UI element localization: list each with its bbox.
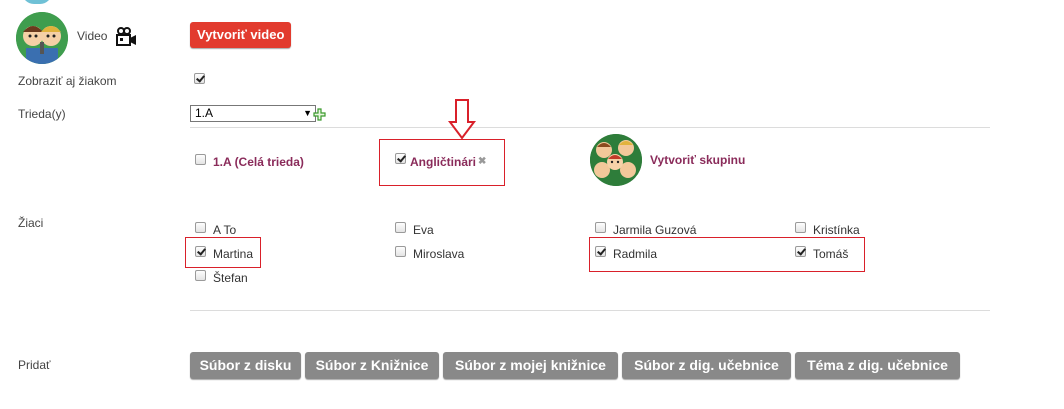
show-to-students-checkbox[interactable] xyxy=(194,73,205,84)
down-arrow-annotation-icon xyxy=(448,98,476,143)
student-checkbox-jarmila[interactable] xyxy=(595,222,606,233)
group-label-anglictinari[interactable]: Angličtinári xyxy=(410,155,476,169)
class-select-value: 1.A xyxy=(195,106,214,120)
student-name-a-to: A To xyxy=(213,223,237,237)
add-class-icon[interactable] xyxy=(313,108,326,124)
group-checkbox-whole-class[interactable] xyxy=(195,154,206,165)
file-from-library-button[interactable]: Súbor z Knižnice xyxy=(305,352,439,379)
file-from-disk-button[interactable]: Súbor z disku xyxy=(190,352,301,379)
student-checkbox-kristinka[interactable] xyxy=(795,222,806,233)
topic-from-digital-textbook-button[interactable]: Téma z dig. učebnice xyxy=(795,352,960,379)
student-name-tomas: Tomáš xyxy=(813,247,849,261)
create-video-button[interactable]: Vytvoriť video xyxy=(190,22,292,48)
students-label: Žiaci xyxy=(18,216,44,230)
create-group-link[interactable]: Vytvoriť skupinu xyxy=(650,153,745,167)
group-checkbox-anglictinari[interactable] xyxy=(395,153,406,164)
top-avatar-fragment xyxy=(22,0,52,4)
student-checkbox-tomas[interactable] xyxy=(795,246,806,257)
file-from-my-library-button[interactable]: Súbor z mojej knižnice xyxy=(443,352,618,379)
class-label: Trieda(y) xyxy=(18,107,66,121)
group-label-whole-class[interactable]: 1.A (Celá trieda) xyxy=(213,155,304,169)
video-label: Video xyxy=(77,29,108,43)
student-name-miroslava: Miroslava xyxy=(413,247,465,261)
student-checkbox-martina[interactable] xyxy=(195,246,206,257)
student-name-eva: Eva xyxy=(413,223,434,237)
student-name-jarmila: Jarmila Guzová xyxy=(613,223,697,237)
student-name-radmila: Radmila xyxy=(613,247,658,261)
divider-bottom xyxy=(190,310,990,311)
student-checkbox-stefan[interactable] xyxy=(195,270,206,281)
student-checkbox-eva[interactable] xyxy=(395,222,406,233)
file-from-digital-textbook-button[interactable]: Súbor z dig. učebnice xyxy=(622,352,791,379)
student-checkbox-radmila[interactable] xyxy=(595,246,606,257)
student-checkbox-a-to[interactable] xyxy=(195,222,206,233)
video-avatar xyxy=(16,12,68,64)
show-to-students-label: Zobraziť aj žiakom xyxy=(18,74,117,88)
student-checkbox-miroslava[interactable] xyxy=(395,246,406,257)
class-select[interactable]: 1.A ▼ xyxy=(190,105,316,122)
add-label: Pridať xyxy=(18,358,51,372)
student-name-kristinka: Kristínka xyxy=(813,223,860,237)
remove-group-icon[interactable]: ✖ xyxy=(478,156,486,167)
divider-top xyxy=(190,127,990,128)
student-name-stefan: Štefan xyxy=(213,271,248,285)
create-group-avatar xyxy=(590,134,642,186)
student-name-martina: Martina xyxy=(213,247,254,261)
video-camera-icon xyxy=(115,27,137,50)
chevron-down-icon: ▼ xyxy=(303,108,312,118)
